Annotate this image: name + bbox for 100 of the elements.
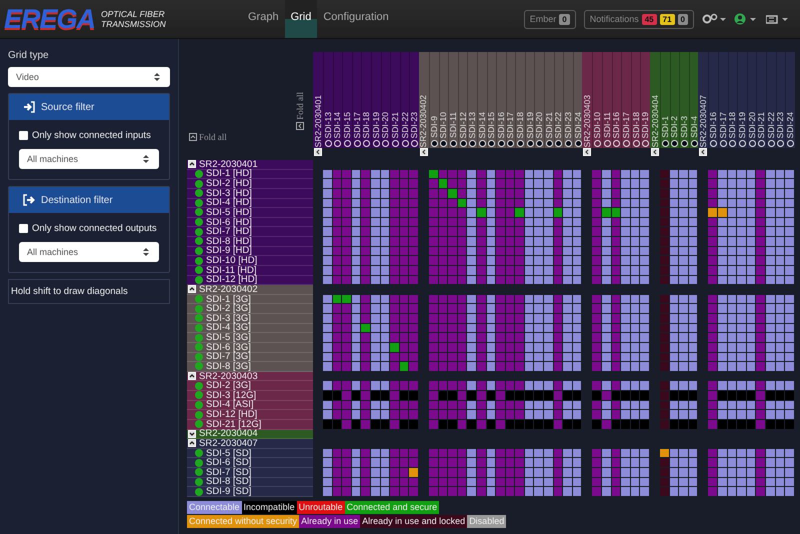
column-label: SDI-21	[390, 112, 400, 138]
port-row[interactable]: SDI-3 [12G]	[187, 391, 313, 401]
port-row[interactable]: SDI-21 [12G]	[187, 420, 313, 430]
column-label: SDI-22	[766, 112, 776, 138]
nav-tab[interactable]: Configuration	[317, 0, 395, 38]
port-name: SDI-6 [SD]	[206, 458, 252, 468]
column-label: SDI-23	[776, 112, 786, 138]
port-name: SDI-11 [HD]	[206, 266, 257, 275]
column-label: SDI-16	[709, 112, 718, 138]
machines-select[interactable]: All machines	[19, 242, 159, 262]
nav-tab[interactable]: Graph	[242, 0, 285, 38]
column-label: SDI-1	[660, 116, 670, 138]
port-row[interactable]: SDI-2 [3G]	[187, 381, 313, 391]
port-name: SDI-2 [3G]	[206, 381, 251, 390]
port-row[interactable]: SDI-5 [SD]	[187, 448, 313, 458]
port-row[interactable]: SDI-4 [ASI]	[187, 400, 313, 410]
group-label: SR2-2030402	[419, 94, 428, 147]
machines-select[interactable]: All machines	[19, 149, 159, 169]
port-row[interactable]: SDI-12 [HD]	[187, 410, 313, 420]
port-name: SDI-5 [3G]	[206, 333, 251, 342]
port-name: SDI-4 [ASI]	[206, 400, 254, 410]
port-name: SDI-4 [3G]	[206, 323, 251, 332]
column-label: SDI-17	[352, 112, 362, 138]
port-row[interactable]: SDI-7 [SD]	[187, 468, 313, 478]
port-row[interactable]: SDI-2 [3G]	[187, 304, 313, 314]
column-label: SDI-24	[574, 112, 583, 138]
count-badge: 45	[642, 14, 657, 24]
port-row[interactable]: SDI-10 [HD]	[187, 256, 313, 266]
legend-item: Already in use and locked	[360, 515, 468, 528]
fold-all-button[interactable]: Fold all	[189, 132, 227, 142]
column-label: SDI-19	[526, 112, 535, 138]
column-label: SDI-21	[757, 112, 766, 138]
column-label: SDI-24	[786, 112, 795, 138]
column-label: SDI-17	[506, 112, 516, 138]
group-label: SR2-2030403	[582, 94, 592, 147]
port-row[interactable]: SDI-4 [HD]	[187, 198, 313, 208]
port-row[interactable]: SDI-6 [3G]	[187, 342, 313, 352]
column-label: SDI-20	[535, 112, 544, 138]
column-label: SDI-14	[333, 112, 342, 138]
count-badge: 0	[678, 14, 688, 24]
legend-item: Connectable	[187, 501, 242, 514]
fold-all-button[interactable]: Fold all	[295, 92, 305, 130]
column-label: SDI-13	[324, 112, 333, 138]
nav-tab[interactable]: Grid	[284, 0, 318, 38]
port-name: SDI-2 [3G]	[206, 304, 251, 314]
port-row[interactable]: SDI-7 [HD]	[187, 227, 313, 237]
port-row[interactable]: SDI-2 [HD]	[187, 179, 313, 189]
group-label: SR2-2030404	[650, 94, 660, 147]
column-label: SDI-2	[670, 116, 680, 138]
checkbox-label: Only show connected inputs	[32, 130, 151, 141]
port-row[interactable]: SDI-3 [3G]	[187, 314, 313, 324]
port-name: SDI-3 [12G]	[206, 390, 256, 400]
port-row[interactable]: SDI-6 [SD]	[187, 458, 313, 468]
notifications-button[interactable]: Notifications 45 71 0	[584, 10, 694, 28]
group-name: SR2-2030402	[199, 284, 258, 294]
port-row[interactable]: SDI-1 [HD]	[187, 170, 313, 180]
panel-title: Source filter	[41, 102, 94, 112]
port-row[interactable]: SDI-9 [SD]	[187, 487, 313, 497]
port-name: SDI-10 [HD]	[206, 256, 258, 266]
port-row[interactable]: SDI-9 [HD]	[187, 246, 313, 256]
column-label: SDI-12	[458, 112, 468, 138]
column-label: SDI-18	[632, 112, 641, 138]
port-row[interactable]: SDI-11 [HD]	[187, 266, 313, 276]
legend-item: Disabled	[467, 515, 506, 528]
column-label: SDI-18	[362, 112, 372, 138]
port-name: SDI-7 [SD]	[206, 468, 252, 477]
column-label: SDI-19	[641, 112, 650, 138]
column-label: SDI-4	[690, 116, 699, 138]
grid-type-select[interactable]: Video	[8, 67, 170, 87]
port-row[interactable]: SDI-8 [SD]	[187, 478, 313, 488]
port-row[interactable]: SDI-7 [3G]	[187, 352, 313, 362]
column-label: SDI-18	[728, 112, 738, 138]
column-label: SDI-11	[448, 112, 458, 138]
column-label: SDI-3	[680, 116, 689, 138]
port-row[interactable]: SDI-6 [HD]	[187, 218, 313, 228]
port-row[interactable]: SDI-1 [3G]	[187, 294, 313, 304]
port-row[interactable]: SDI-8 [3G]	[187, 362, 313, 372]
column-label: SDI-16	[496, 112, 506, 138]
port-row[interactable]: SDI-12 [HD]	[187, 276, 313, 286]
column-label: SDI-9	[430, 116, 439, 138]
port-name: SDI-12 [HD]	[206, 410, 258, 420]
legend-item: Connected and secure	[344, 501, 440, 514]
column-label: SDI-16	[612, 112, 622, 138]
checkbox-label: Only show connected outputs	[32, 223, 157, 234]
ember-button[interactable]: Ember 0	[524, 10, 576, 28]
port-name: SDI-6 [HD]	[206, 218, 252, 227]
column-label: SDI-17	[718, 112, 728, 138]
column-label: SDI-11	[602, 112, 612, 138]
port-row[interactable]: SDI-3 [HD]	[187, 188, 313, 198]
port-name: SDI-5 [HD]	[206, 208, 252, 217]
port-row[interactable]: SDI-8 [HD]	[187, 237, 313, 247]
port-name: SDI-8 [3G]	[206, 362, 251, 371]
column-label: SDI-20	[748, 112, 757, 138]
port-row[interactable]: SDI-5 [3G]	[187, 333, 313, 343]
port-row[interactable]: SDI-4 [3G]	[187, 324, 313, 334]
port-row[interactable]: SDI-5 [HD]	[187, 208, 313, 218]
port-name: SDI-8 [HD]	[206, 236, 252, 246]
port-name: SDI-9 [SD]	[206, 487, 252, 496]
legend-item: Connected without security	[187, 515, 300, 528]
column-label: SDI-19	[372, 112, 381, 138]
